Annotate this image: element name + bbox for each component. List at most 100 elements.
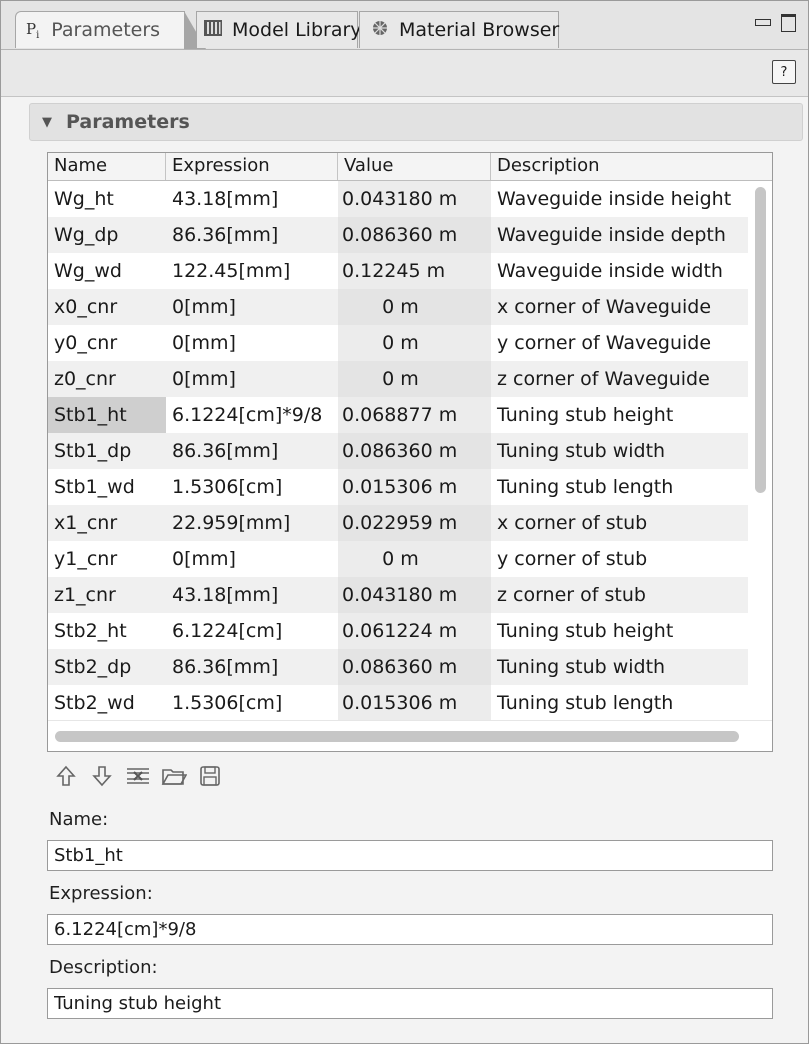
cell-name[interactable]: Stb1_wd — [48, 469, 166, 505]
cell-value: 0.022959 m — [338, 505, 491, 541]
cell-name[interactable]: Stb2_dp — [48, 649, 166, 685]
cell-description[interactable]: Tuning stub width — [491, 433, 741, 469]
table-row[interactable]: Wg_ht 43.18[mm] 0.043180 m Waveguide inside… — [48, 181, 748, 217]
tab-material-browser[interactable]: Material Browser — [359, 11, 559, 48]
cell-description[interactable]: Tuning stub length — [491, 685, 741, 721]
cell-name[interactable]: Stb2_wd — [48, 685, 166, 721]
cell-description[interactable]: z corner of stub — [491, 577, 741, 613]
cell-name[interactable]: y0_cnr — [48, 325, 166, 361]
table-row[interactable]: Wg_dp 86.36[mm] 0.086360 m Waveguide inside… — [48, 217, 748, 253]
cell-description[interactable]: y corner of Waveguide — [491, 325, 741, 361]
cell-expression[interactable]: 122.45[mm] — [166, 253, 338, 289]
cell-value: 0.086360 m — [338, 649, 491, 685]
table-row[interactable]: y0_cnr 0[mm] 0 my corner of Waveguide — [48, 325, 748, 361]
cell-expression[interactable]: 86.36[mm] — [166, 217, 338, 253]
cell-description[interactable]: x corner of stub — [491, 505, 741, 541]
cell-description[interactable]: Waveguide inside depth — [491, 217, 741, 253]
cell-description[interactable]: x corner of Waveguide — [491, 289, 741, 325]
horizontal-scrollbar[interactable] — [48, 720, 772, 751]
table-row[interactable]: y1_cnr 0[mm] 0 my corner of stub — [48, 541, 748, 577]
column-header-name[interactable]: Name — [48, 153, 166, 180]
cell-expression[interactable]: 86.36[mm] — [166, 433, 338, 469]
tab-parameters[interactable]: Pi Parameters — [15, 11, 206, 49]
table-row[interactable]: x1_cnr 22.959[mm] 0.022959 mx corner of st… — [48, 505, 748, 541]
description-label: Description: — [49, 957, 158, 978]
name-field[interactable] — [47, 840, 773, 871]
cell-expression[interactable]: 43.18[mm] — [166, 181, 338, 217]
cell-expression[interactable]: 0[mm] — [166, 289, 338, 325]
table-row[interactable]: Stb2_ht 6.1224[cm] 0.061224 m Tuning stub h… — [48, 613, 748, 649]
cell-name[interactable]: Wg_ht — [48, 181, 166, 217]
maximize-icon[interactable] — [781, 14, 796, 32]
table-row[interactable]: z1_cnr 43.18[mm] 0.043180 mz corner of stu… — [48, 577, 748, 613]
cell-description[interactable]: Tuning stub length — [491, 469, 741, 505]
move-down-icon[interactable] — [89, 765, 115, 793]
parameters-icon: Pi — [26, 19, 40, 41]
save-icon[interactable] — [197, 765, 223, 793]
column-header-description[interactable]: Description — [491, 153, 741, 180]
parameters-table: Name Expression Value Description Wg_ht 4… — [47, 152, 773, 752]
cell-name[interactable]: Wg_dp — [48, 217, 166, 253]
cell-expression[interactable]: 6.1224[cm] — [166, 613, 338, 649]
parameters-section-header[interactable]: ▼ Parameters — [29, 103, 803, 141]
table-row[interactable]: Stb2_wd 1.5306[cm] 0.015306 m Tuning stub l… — [48, 685, 748, 721]
cell-value: 0.086360 m — [338, 217, 491, 253]
cell-value: 0.086360 m — [338, 433, 491, 469]
cell-value: 0 m — [338, 289, 491, 325]
cell-name[interactable]: Stb2_ht — [48, 613, 166, 649]
vertical-scrollbar-thumb[interactable] — [755, 187, 766, 493]
cell-expression[interactable]: 1.5306[cm] — [166, 469, 338, 505]
vertical-scrollbar[interactable] — [748, 181, 772, 721]
cell-name[interactable]: Wg_wd — [48, 253, 166, 289]
cell-description[interactable]: z corner of Waveguide — [491, 361, 741, 397]
table-actions — [53, 765, 223, 793]
cell-name[interactable]: Stb1_ht — [48, 397, 166, 433]
cell-name[interactable]: Stb1_dp — [48, 433, 166, 469]
cell-expression[interactable]: 6.1224[cm]*9/8 — [166, 397, 338, 433]
cell-description[interactable]: Waveguide inside height — [491, 181, 741, 217]
column-header-expression[interactable]: Expression — [166, 153, 338, 180]
tab-model-library[interactable]: Model Library — [196, 11, 362, 48]
table-row[interactable]: Stb1_dp 86.36[mm] 0.086360 m Tuning stub wi… — [48, 433, 748, 469]
cell-name[interactable]: x1_cnr — [48, 505, 166, 541]
description-field[interactable] — [47, 988, 773, 1019]
expression-label: Expression: — [49, 883, 153, 904]
table-row[interactable]: Wg_wd 122.45[mm] 0.12245 m Waveguide inside… — [48, 253, 748, 289]
cell-expression[interactable]: 86.36[mm] — [166, 649, 338, 685]
cell-value: 0 m — [338, 361, 491, 397]
cell-expression[interactable]: 0[mm] — [166, 361, 338, 397]
table-row[interactable]: Stb1_ht 6.1224[cm]*9/8 0.068877 m Tuning st… — [48, 397, 748, 433]
table-row[interactable]: Stb2_dp 86.36[mm] 0.086360 m Tuning stub wi… — [48, 649, 748, 685]
cell-description[interactable]: Tuning stub height — [491, 613, 741, 649]
cell-expression[interactable]: 1.5306[cm] — [166, 685, 338, 721]
cell-name[interactable]: z0_cnr — [48, 361, 166, 397]
cell-description[interactable]: y corner of stub — [491, 541, 741, 577]
parameters-window: Pi Parameters Model Library Material Bro… — [0, 0, 809, 1044]
expression-field[interactable] — [47, 914, 773, 945]
cell-description[interactable]: Tuning stub height — [491, 397, 741, 433]
column-header-value[interactable]: Value — [338, 153, 491, 180]
minimize-icon[interactable] — [755, 19, 771, 26]
cell-expression[interactable]: 22.959[mm] — [166, 505, 338, 541]
cell-description[interactable]: Waveguide inside width — [491, 253, 741, 289]
cell-expression[interactable]: 0[mm] — [166, 325, 338, 361]
cell-expression[interactable]: 43.18[mm] — [166, 577, 338, 613]
collapse-triangle-icon[interactable]: ▼ — [42, 115, 52, 130]
cell-name[interactable]: y1_cnr — [48, 541, 166, 577]
table-row[interactable]: Stb1_wd 1.5306[cm] 0.015306 m Tuning stub l… — [48, 469, 748, 505]
cell-expression[interactable]: 0[mm] — [166, 541, 338, 577]
move-up-icon[interactable] — [53, 765, 79, 793]
cell-name[interactable]: x0_cnr — [48, 289, 166, 325]
cell-description[interactable]: Tuning stub width — [491, 649, 741, 685]
cell-value: 0.043180 m — [338, 577, 491, 613]
cell-name[interactable]: z1_cnr — [48, 577, 166, 613]
delete-row-icon[interactable] — [125, 765, 151, 793]
horizontal-scrollbar-thumb[interactable] — [55, 731, 739, 742]
tab-material-browser-label: Material Browser — [399, 19, 560, 41]
table-row[interactable]: x0_cnr 0[mm] 0 mx corner of Waveguide — [48, 289, 748, 325]
help-icon[interactable]: ? — [772, 60, 796, 84]
open-folder-icon[interactable] — [161, 765, 188, 793]
table-row[interactable]: z0_cnr 0[mm] 0 mz corner of Waveguide — [48, 361, 748, 397]
material-browser-icon — [370, 19, 390, 42]
tab-parameters-label: Parameters — [51, 19, 161, 41]
